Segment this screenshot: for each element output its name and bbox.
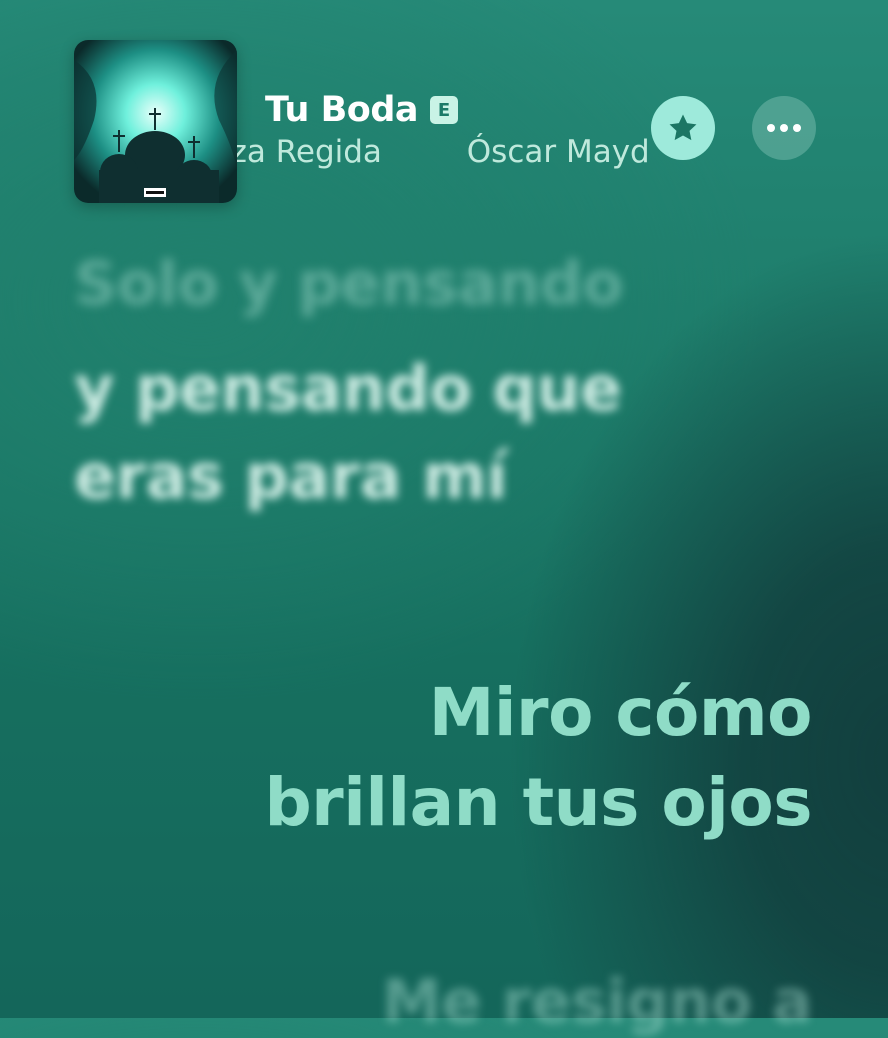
explicit-badge: E (430, 96, 459, 124)
artists-track: Fuerza Regida Óscar Maydon (237, 134, 647, 170)
artist-name[interactable]: Fuerza Regida (237, 134, 382, 170)
artist-name[interactable]: Óscar Maydon (467, 134, 647, 170)
favorite-button[interactable] (651, 96, 715, 160)
more-options-button[interactable] (752, 96, 816, 160)
album-artwork[interactable] (74, 40, 237, 203)
now-playing-header: Tu Boda E Fuerza Regida Óscar Maydon (0, 0, 888, 230)
lyric-line-current[interactable]: Miro cómo brillan tus ojos (192, 668, 812, 848)
song-title[interactable]: Tu Boda (265, 90, 419, 130)
lyric-line-past[interactable]: y pensando que eras para mí (74, 345, 714, 521)
album-artwork-image (74, 40, 237, 203)
ellipsis-icon (767, 124, 801, 132)
star-icon (669, 114, 697, 141)
song-title-row: Tu Boda E (265, 88, 459, 132)
lyric-line-next[interactable]: Me resigno a (112, 967, 813, 1038)
lyric-line-past[interactable]: Solo y pensando (74, 249, 624, 320)
artists-marquee[interactable]: Fuerza Regida Óscar Maydon (237, 130, 647, 176)
